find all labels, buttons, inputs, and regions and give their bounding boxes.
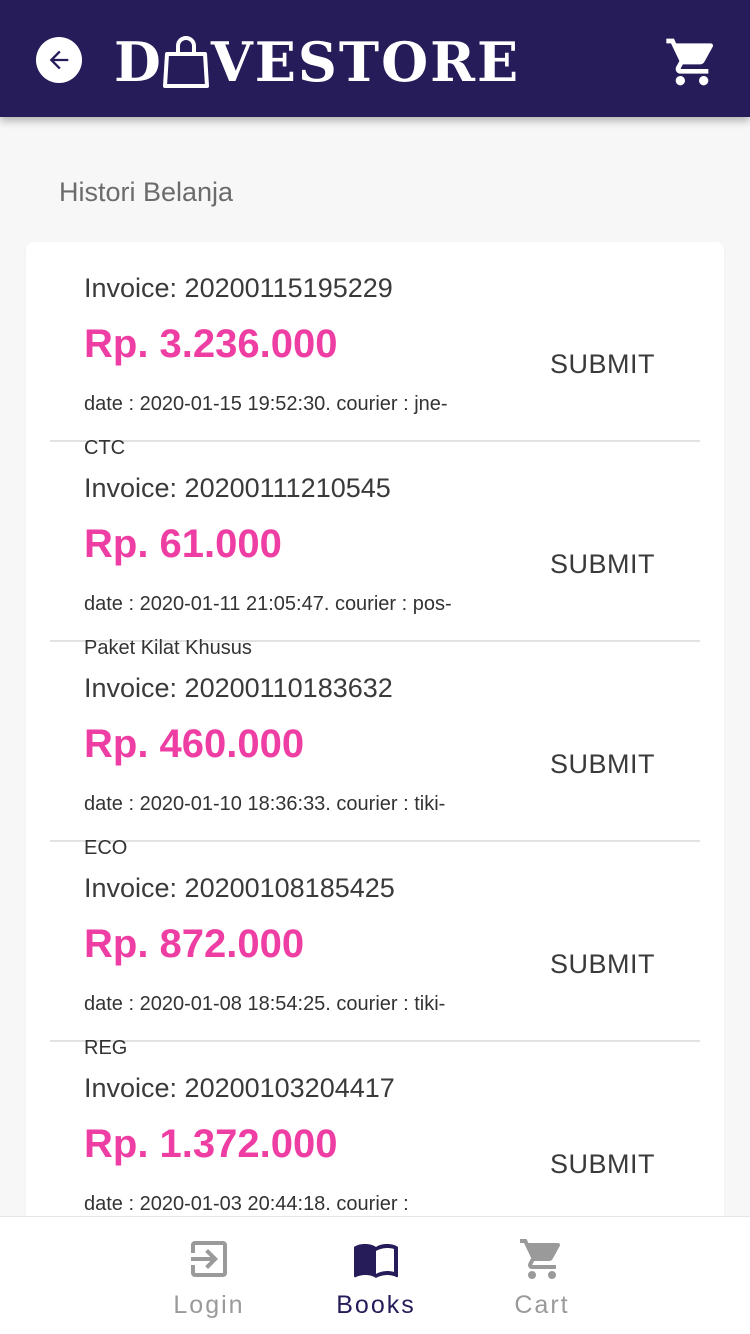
- nav-item-cart[interactable]: Cart: [477, 1217, 607, 1334]
- login-icon: [191, 1241, 227, 1277]
- order-row[interactable]: Invoice: 20200110183632 Rp. 460.000 date…: [50, 642, 700, 859]
- back-button[interactable]: [36, 37, 82, 83]
- bottom-navigation: Login Books Cart: [0, 1216, 750, 1334]
- invoice-number: Invoice: 20200108185425: [84, 873, 395, 903]
- order-total: Rp. 3.236.000: [84, 322, 338, 366]
- order-total: Rp. 1.372.000: [84, 1122, 338, 1166]
- submit-button[interactable]: SUBMIT: [550, 546, 690, 582]
- order-row[interactable]: Invoice: 20200115195229 Rp. 3.236.000 da…: [50, 242, 700, 459]
- nav-label: Login: [173, 1291, 245, 1319]
- page-title: Histori Belanja: [59, 177, 234, 207]
- order-history-list: Invoice: 20200115195229 Rp. 3.236.000 da…: [26, 242, 724, 1242]
- book-icon: [354, 1244, 398, 1278]
- shopping-cart-icon: [666, 38, 714, 86]
- nav-item-books[interactable]: Books: [311, 1217, 441, 1334]
- app-bar: D VESTORE: [0, 0, 750, 117]
- logo-text-start: D: [114, 30, 163, 94]
- cart-button[interactable]: [664, 34, 720, 90]
- order-total: Rp. 460.000: [84, 722, 305, 766]
- invoice-number: Invoice: 20200115195229: [84, 273, 393, 303]
- nav-label: Cart: [514, 1291, 570, 1319]
- submit-button[interactable]: SUBMIT: [550, 946, 690, 982]
- shopping-bag-icon: [162, 36, 209, 88]
- invoice-number: Invoice: 20200110183632: [84, 673, 393, 703]
- logo-text-end: VESTORE: [210, 30, 521, 94]
- order-row[interactable]: Invoice: 20200111210545 Rp. 61.000 date …: [50, 442, 700, 659]
- submit-button[interactable]: SUBMIT: [550, 746, 690, 782]
- store-logo: D VESTORE: [114, 28, 520, 92]
- arrow-back-icon: [49, 50, 69, 70]
- shopping-cart-icon: [520, 1239, 561, 1279]
- nav-item-login[interactable]: Login: [144, 1217, 274, 1334]
- order-row[interactable]: Invoice: 20200108185425 Rp. 872.000 date…: [50, 842, 700, 1059]
- submit-button[interactable]: SUBMIT: [550, 1146, 690, 1182]
- invoice-number: Invoice: 20200103204417: [84, 1073, 395, 1103]
- invoice-number: Invoice: 20200111210545: [84, 473, 391, 503]
- nav-label: Books: [336, 1291, 416, 1319]
- order-row[interactable]: Invoice: 20200103204417 Rp. 1.372.000 da…: [50, 1042, 700, 1242]
- order-total: Rp. 872.000: [84, 922, 305, 966]
- order-total: Rp. 61.000: [84, 522, 282, 566]
- submit-button[interactable]: SUBMIT: [550, 346, 690, 382]
